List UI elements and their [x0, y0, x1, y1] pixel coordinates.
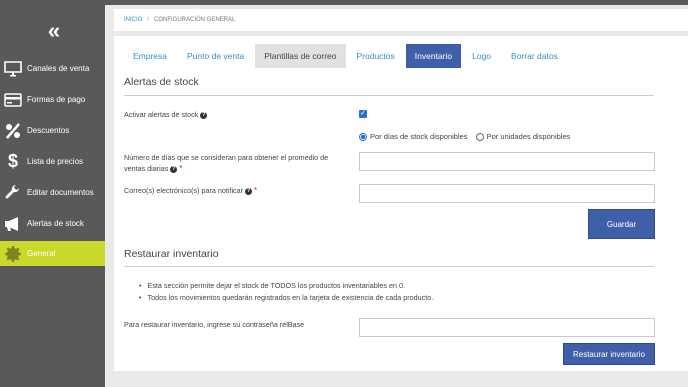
sidebar-item-label: Alertas de stock — [27, 219, 84, 228]
email-input[interactable] — [359, 184, 655, 203]
divider — [124, 266, 654, 267]
sidebar-item-label: Editar documentos — [27, 188, 94, 197]
days-label: Número de días que se consideran para ob… — [124, 152, 328, 174]
megaphone-icon — [2, 215, 24, 233]
tab-logo[interactable]: Logo — [463, 44, 500, 68]
tab-empresa[interactable]: Empresa — [124, 44, 176, 68]
credit-card-icon — [2, 91, 24, 109]
activate-alerts-text: Activar alertas de stock — [124, 110, 199, 119]
divider — [124, 95, 654, 96]
list-item: Todos los movimientos quedarán registrad… — [139, 292, 434, 304]
sidebar-item-lista-de-precios[interactable]: $ Lista de precios — [0, 149, 105, 174]
sidebar-item-general[interactable]: General — [0, 241, 105, 266]
dollar-icon: $ — [7, 151, 18, 171]
required-asterisk: * — [254, 186, 258, 195]
list-item: Esta sección permite dejar el stock de T… — [139, 280, 433, 292]
password-label: Para restaurar inventario, ingrese su co… — [124, 320, 305, 329]
tab-punto-de-venta[interactable]: Punto de venta — [178, 44, 253, 68]
sidebar-item-alertas-de-stock[interactable]: Alertas de stock — [0, 211, 105, 236]
breadcrumb: INICIO / CONFIGURACIÓN GENERAL — [114, 9, 688, 31]
help-icon[interactable]: ? — [245, 187, 253, 195]
sidebar-item-label: Descuentos — [27, 126, 70, 135]
settings-panel: Empresa Punto de venta Plantillas de cor… — [114, 36, 688, 371]
days-input[interactable] — [359, 152, 655, 171]
tab-inventario[interactable]: Inventario — [405, 44, 462, 68]
email-label: Correo(s) electrónico(s) para notificar … — [124, 185, 257, 196]
help-icon[interactable]: ? — [200, 111, 208, 119]
restore-inventory-button[interactable]: Restaurar inventario — [563, 343, 655, 365]
monitor-icon — [2, 60, 24, 78]
gear-icon — [2, 245, 24, 263]
radio-by-units-label: Por unidades disponibles — [486, 132, 571, 141]
save-button[interactable]: Guardar — [588, 209, 655, 239]
breadcrumb-separator: / — [147, 17, 150, 23]
sidebar-item-label: Canales de venta — [27, 64, 90, 73]
breadcrumb-current: CONFIGURACIÓN GENERAL — [154, 17, 236, 23]
days-label-line1: Número de días que se consideran para ob… — [124, 153, 329, 162]
radio-by-units[interactable] — [475, 132, 484, 141]
activate-alerts-label: Activar alertas de stock ? — [124, 109, 208, 120]
tab-plantillas-de-correo[interactable]: Plantillas de correo — [255, 44, 346, 68]
wrench-icon — [2, 184, 24, 202]
sidebar-item-label: Formas de pago — [27, 95, 86, 104]
tab-borrar-datos[interactable]: Borrar datos — [502, 44, 567, 68]
restore-inventory-title: Restaurar inventario — [124, 248, 219, 260]
sidebar-item-label: Lista de precios — [27, 157, 84, 166]
tab-productos[interactable]: Productos — [348, 44, 404, 68]
top-bar — [105, 0, 688, 5]
radio-by-days[interactable] — [359, 132, 367, 141]
breadcrumb-home-link[interactable]: INICIO — [124, 17, 142, 23]
alert-mode-radio-group: Por días de stock disponibles Por unidad… — [359, 132, 570, 141]
collapse-sidebar-button[interactable]: « — [0, 18, 105, 44]
sidebar-item-label: General — [27, 249, 56, 258]
email-label-text: Correo(s) electrónico(s) para notificar — [124, 186, 244, 195]
password-input[interactable] — [359, 318, 655, 337]
days-label-line2: ventas diarias — [124, 164, 169, 173]
percent-icon — [2, 122, 24, 140]
sidebar-item-formas-de-pago[interactable]: Formas de pago — [0, 87, 105, 112]
sidebar: « Canales de venta Formas de pago Descue… — [0, 0, 105, 387]
sidebar-item-canales-de-venta[interactable]: Canales de venta — [0, 56, 105, 81]
activate-alerts-checkbox[interactable]: ✓ — [359, 110, 367, 118]
stock-alerts-title: Alertas de stock — [124, 76, 199, 88]
footer — [105, 375, 688, 387]
restore-info-list: Esta sección permite dejar el stock de T… — [139, 280, 434, 304]
sidebar-item-descuentos[interactable]: Descuentos — [0, 118, 105, 143]
sidebar-item-editar-documentos[interactable]: Editar documentos — [0, 180, 105, 205]
radio-by-days-label: Por días de stock disponibles — [370, 132, 468, 141]
help-icon[interactable]: ? — [170, 165, 178, 173]
tab-bar: Empresa Punto de venta Plantillas de cor… — [124, 44, 569, 68]
required-asterisk: * — [179, 164, 183, 173]
